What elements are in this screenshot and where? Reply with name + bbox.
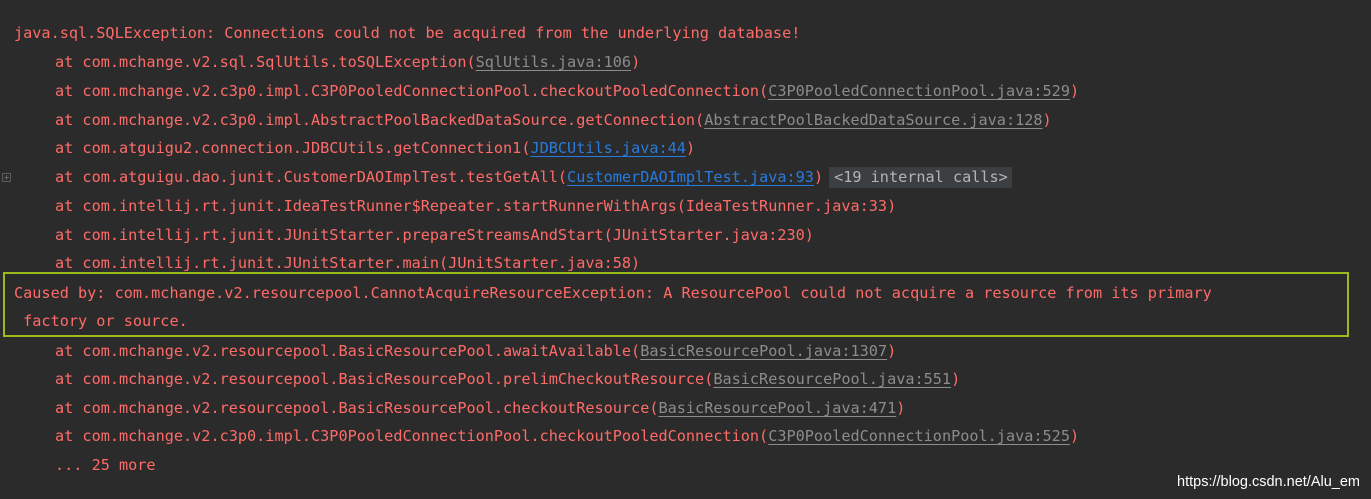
stack-frame: at com.atguigu.dao.junit.CustomerDAOImpl…: [55, 163, 1012, 192]
source-link[interactable]: BasicResourcePool.java:551: [713, 370, 951, 388]
source-link[interactable]: BasicResourcePool.java:1307: [640, 342, 887, 360]
stack-frame: at com.mchange.v2.resourcepool.BasicReso…: [55, 342, 897, 360]
source-link[interactable]: C3P0PooledConnectionPool.java:525: [768, 427, 1070, 445]
source-link[interactable]: C3P0PooledConnectionPool.java:529: [768, 82, 1070, 100]
source-link[interactable]: BasicResourcePool.java:471: [658, 399, 896, 417]
more-frames: ... 25 more: [55, 456, 156, 474]
watermark: https://blog.csdn.net/Alu_em: [1177, 474, 1360, 490]
internal-calls-fold[interactable]: <19 internal calls>: [829, 167, 1012, 188]
stack-frame: at com.mchange.v2.c3p0.impl.C3P0PooledCo…: [55, 427, 1080, 445]
caused-by-line: Caused by: com.mchange.v2.resourcepool.C…: [14, 284, 1212, 302]
caused-by-line-continued: factory or source.: [14, 312, 188, 330]
exception-header: java.sql.SQLException: Connections could…: [14, 24, 801, 42]
stack-frame: at com.mchange.v2.sql.SqlUtils.toSQLExce…: [55, 53, 641, 71]
stack-frame: at com.intellij.rt.junit.IdeaTestRunner$…: [55, 197, 897, 215]
console-output: java.sql.SQLException: Connections could…: [0, 0, 1371, 499]
stack-frame: at com.mchange.v2.c3p0.impl.AbstractPool…: [55, 111, 1052, 129]
source-link[interactable]: AbstractPoolBackedDataSource.java:128: [704, 111, 1042, 129]
expand-fold-icon[interactable]: +: [2, 173, 11, 182]
stack-frame: at com.mchange.v2.resourcepool.BasicReso…: [55, 399, 906, 417]
stack-frame: at com.mchange.v2.c3p0.impl.C3P0PooledCo…: [55, 82, 1080, 100]
stack-frame: at com.mchange.v2.resourcepool.BasicReso…: [55, 370, 961, 388]
stack-frame: at com.intellij.rt.junit.JUnitStarter.pr…: [55, 226, 814, 244]
source-link[interactable]: CustomerDAOImplTest.java:93: [567, 168, 814, 186]
source-link[interactable]: SqlUtils.java:106: [476, 53, 631, 71]
source-link[interactable]: JDBCUtils.java:44: [530, 139, 685, 157]
stack-frame: at com.atguigu2.connection.JDBCUtils.get…: [55, 139, 696, 157]
